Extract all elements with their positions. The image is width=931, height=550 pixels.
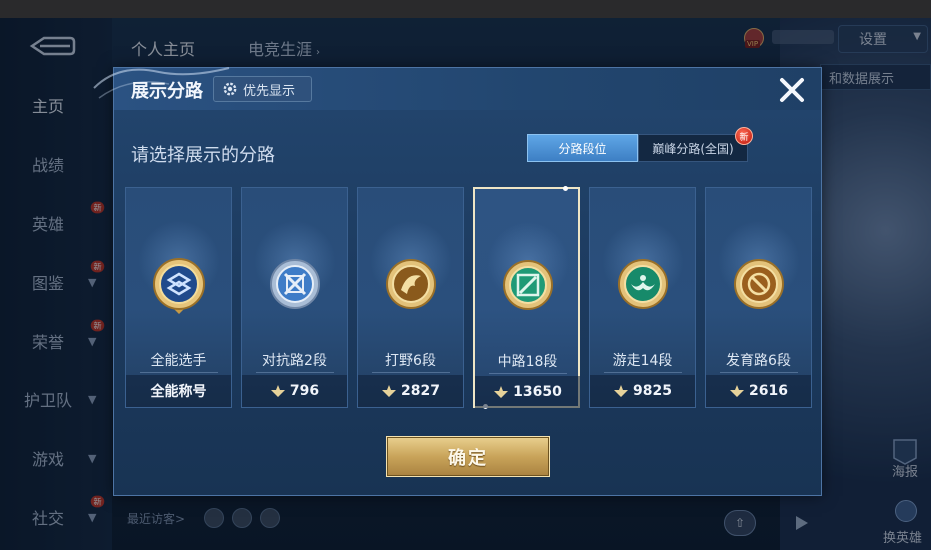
close-icon[interactable] <box>776 74 808 106</box>
divider <box>256 372 334 373</box>
lane-mode-tabs: 分路段位 巅峰分路(全国) 新 <box>527 127 753 162</box>
priority-display-label: 优先显示 <box>243 83 296 99</box>
divider <box>489 373 567 374</box>
lane-card-all-round[interactable]: 全能选手 全能称号 <box>125 187 232 408</box>
rank-score-icon <box>494 386 509 398</box>
lane-name: 全能选手 <box>150 353 207 369</box>
lane-score: 13650 <box>475 376 580 408</box>
tab-label: 分路段位 <box>558 141 607 156</box>
lane-card-list: 全能选手 全能称号 对抗路2段 796 打野6段 2827 中路18段 1365… <box>125 186 814 409</box>
clash-lane-emblem-icon <box>270 259 320 309</box>
lane-score: 全能称号 <box>126 375 231 407</box>
lane-name: 中路18段 <box>497 354 558 370</box>
lane-display-dialog: 展示分路 优先显示 请选择展示的分路 分路段位 巅峰分路(全国) 新 全能选手 … <box>93 67 822 496</box>
lane-score-value: 13650 <box>513 384 562 400</box>
lane-card-roam[interactable]: 游走14段 9825 <box>589 187 696 408</box>
confirm-label: 确定 <box>448 447 488 469</box>
lane-card-mid[interactable]: 中路18段 13650 <box>473 186 580 409</box>
lane-name: 发育路6段 <box>726 353 791 369</box>
rank-score-icon <box>614 385 629 397</box>
jungle-emblem-icon <box>386 259 436 309</box>
lane-score: 2827 <box>358 375 463 407</box>
tab-peak-lane[interactable]: 巅峰分路(全国) 新 <box>638 127 753 162</box>
mid-lane-emblem-icon <box>503 260 553 310</box>
dialog-title: 展示分路 <box>131 81 203 102</box>
lane-name: 游走14段 <box>612 353 673 369</box>
lane-name: 打野6段 <box>385 353 436 369</box>
lane-card-farm[interactable]: 发育路6段 2616 <box>705 187 812 408</box>
lane-score-value: 9825 <box>633 383 672 399</box>
lane-score: 796 <box>242 375 347 407</box>
divider <box>372 372 450 373</box>
selection-corner <box>563 186 568 191</box>
top-status-strip <box>0 0 931 18</box>
roam-emblem-icon <box>618 259 668 309</box>
dialog-subtitle: 请选择展示的分路 <box>131 145 275 166</box>
lane-score-value: 全能称号 <box>150 384 207 400</box>
lane-score: 2616 <box>706 375 811 407</box>
tab-label: 巅峰分路(全国) <box>652 141 734 156</box>
divider <box>720 372 798 373</box>
rank-score-icon <box>730 385 745 397</box>
priority-display-button[interactable]: 优先显示 <box>213 76 312 102</box>
all-round-emblem-icon <box>153 258 205 314</box>
farm-lane-emblem-icon <box>734 259 784 309</box>
divider <box>604 372 682 373</box>
rank-score-icon <box>270 385 285 397</box>
lane-card-clash[interactable]: 对抗路2段 796 <box>241 187 348 408</box>
tab-lane-rank[interactable]: 分路段位 <box>527 134 638 162</box>
lane-score-value: 796 <box>289 383 320 399</box>
confirm-button[interactable]: 确定 <box>386 436 550 477</box>
rank-score-icon <box>382 385 397 397</box>
lane-score: 9825 <box>590 375 695 407</box>
divider <box>140 372 218 373</box>
gear-icon <box>223 82 237 96</box>
lane-score-value: 2827 <box>401 383 440 399</box>
new-badge: 新 <box>735 127 753 145</box>
lane-score-value: 2616 <box>749 383 788 399</box>
lane-card-jungle[interactable]: 打野6段 2827 <box>357 187 464 408</box>
lane-name: 对抗路2段 <box>262 353 327 369</box>
